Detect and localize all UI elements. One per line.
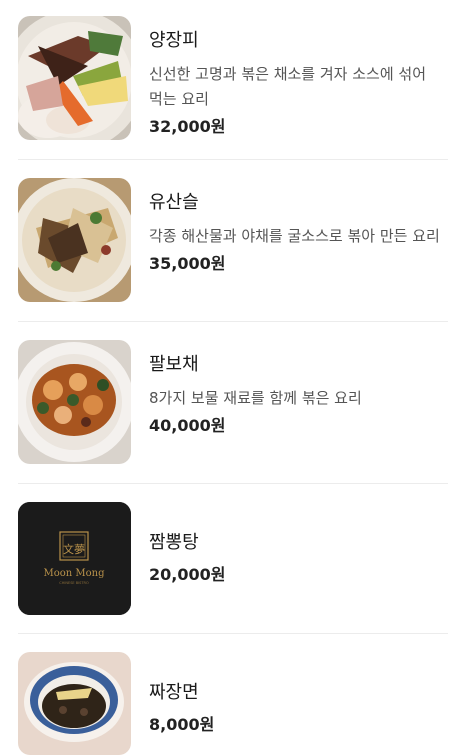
menu-item-description: 각종 해산물과 야채를 굴소스로 볶아 만든 요리: [149, 227, 440, 245]
menu-list: 양장피 신선한 고명과 볶은 채소를 겨자 소스에 섞어 먹는 요리 32,00…: [0, 0, 466, 755]
logo-emblem: 文夢: [63, 542, 85, 556]
menu-item-yusanseul[interactable]: 유산슬 각종 해산물과 야채를 굴소스로 볶아 만든 요리 35,000원: [18, 178, 448, 302]
menu-item-name: 짬뽕탕: [149, 532, 199, 553]
yusanseul-photo: [18, 178, 131, 302]
menu-item-jajangmyeon[interactable]: 짜장면 8,000원: [18, 652, 448, 755]
menu-item-name: 팔보채: [149, 354, 199, 375]
menu-item-price: 40,000원: [149, 416, 226, 435]
menu-item-description: 신선한 고명과 볶은 채소를 겨자 소스에 섞어 먹는 요리: [149, 65, 427, 108]
menu-item-price: 20,000원: [149, 565, 226, 584]
menu-item-price: 35,000원: [149, 254, 226, 273]
menu-item-description: 8가지 보물 재료를 함께 볶은 요리: [149, 389, 362, 407]
menu-item-palbochae[interactable]: 팔보채 8가지 보물 재료를 함께 볶은 요리 40,000원: [18, 340, 448, 464]
menu-item-name: 짜장면: [149, 682, 199, 703]
menu-item-name: 양장피: [149, 30, 199, 51]
divider: [18, 633, 448, 634]
divider: [18, 321, 448, 322]
palbochae-photo: [18, 340, 131, 464]
divider: [18, 159, 448, 160]
divider: [18, 483, 448, 484]
logo-brand: Moon Mong: [43, 568, 105, 579]
menu-item-price: 8,000원: [149, 715, 215, 734]
jajangmyeon-photo: [18, 652, 131, 755]
moon-mong-logo: 文夢 Moon Mong CHINESE BISTRO: [18, 502, 131, 615]
menu-item-jjambbongtang[interactable]: 文夢 Moon Mong CHINESE BISTRO 짬뽕탕 20,000원: [18, 502, 448, 615]
menu-item-price: 32,000원: [149, 117, 226, 136]
menu-item-name: 유산슬: [149, 192, 199, 213]
yangjangpi-photo: [18, 16, 131, 140]
logo-subtitle: CHINESE BISTRO: [59, 581, 89, 585]
menu-item-yangjangpi[interactable]: 양장피 신선한 고명과 볶은 채소를 겨자 소스에 섞어 먹는 요리 32,00…: [18, 16, 448, 140]
